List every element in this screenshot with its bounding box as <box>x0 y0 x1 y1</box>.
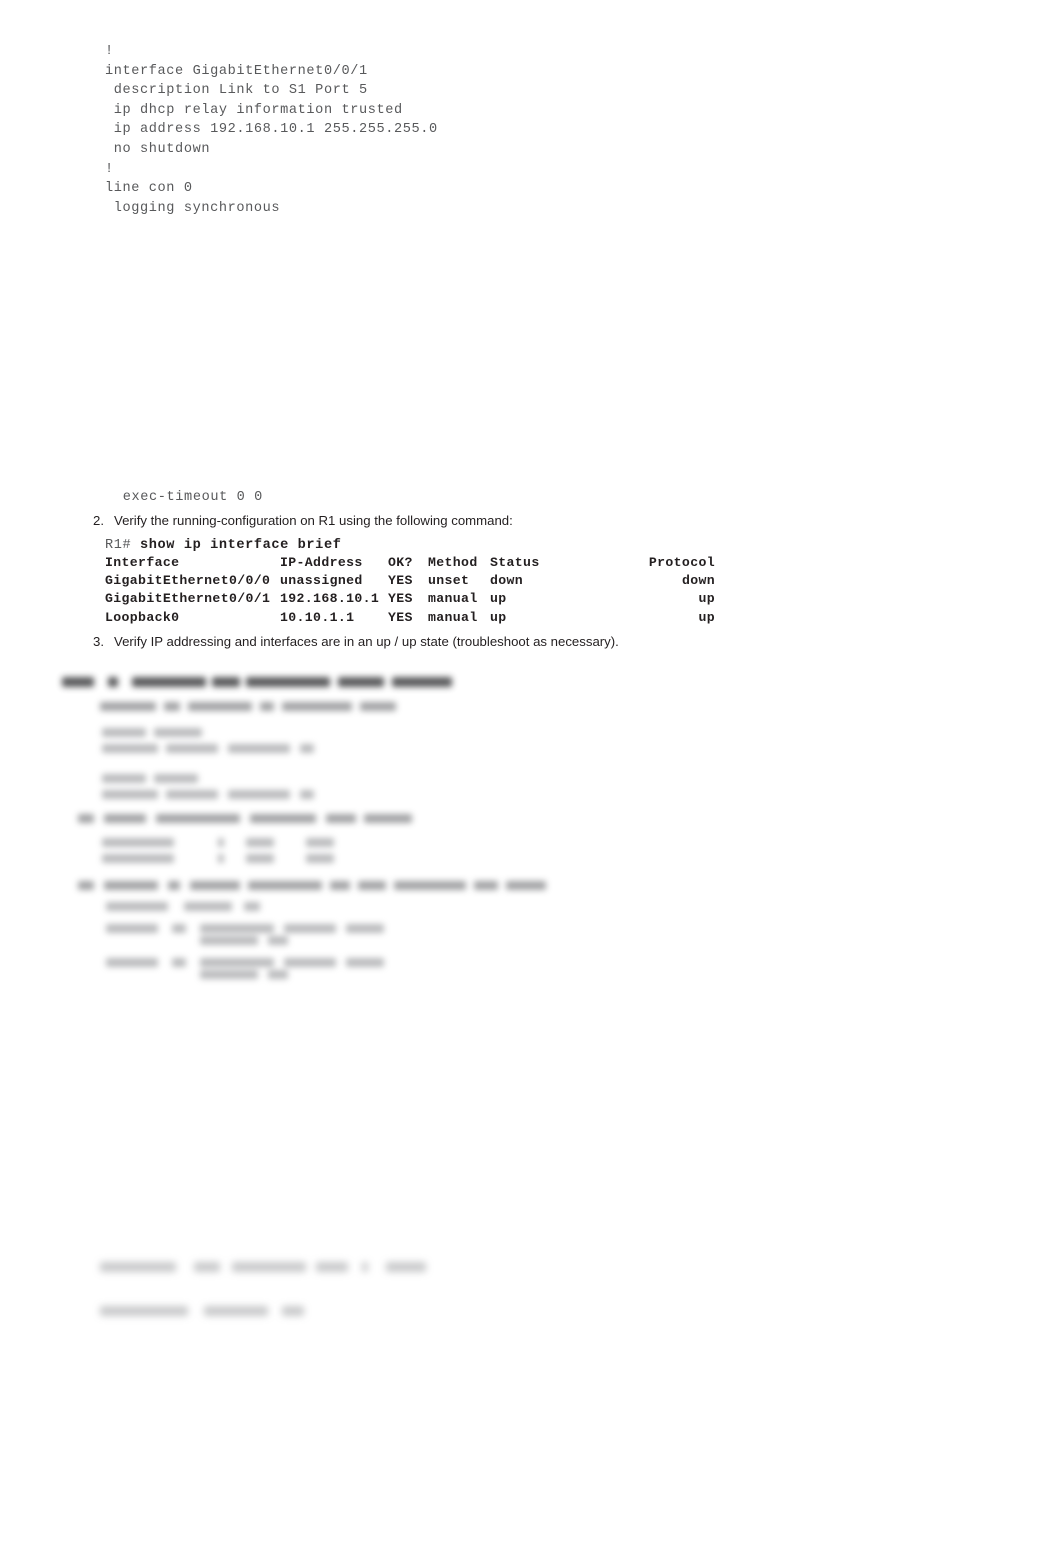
cell-ip-address: 10.10.1.1 <box>280 609 355 625</box>
redacted-table-block <box>78 812 578 872</box>
redacted-step-list-block <box>78 700 578 820</box>
cell-ok: YES <box>388 573 413 589</box>
document-page: ! interface GigabitEthernet0/0/1 descrip… <box>0 0 1062 1556</box>
config-line: ip address 192.168.10.1 255.255.255.0 <box>105 122 438 138</box>
header-ok: OK? <box>388 555 413 570</box>
cell-ok: YES <box>388 609 413 625</box>
redacted-code-output-block <box>100 900 520 992</box>
config-line: logging synchronous <box>105 200 281 216</box>
step-item-2: 2. Verify the running-configuration on R… <box>82 512 513 530</box>
header-method: Method <box>428 555 478 570</box>
cell-method: manual <box>428 609 478 625</box>
header-protocol: Protocol <box>648 555 715 570</box>
cell-protocol: up <box>698 609 715 625</box>
config-line: interface GigabitEthernet0/0/1 <box>105 63 368 79</box>
cell-status: up <box>490 609 507 625</box>
cell-interface: GigabitEthernet0/0/1 <box>105 591 271 607</box>
redacted-trailing-line-1 <box>100 1260 440 1276</box>
config-line: ip dhcp relay information trusted <box>105 102 403 118</box>
config-line: ! <box>105 161 114 177</box>
cell-interface: Loopback0 <box>105 609 180 625</box>
redacted-section-heading <box>62 674 482 690</box>
command-line: R1# show ip interface brief <box>105 536 341 556</box>
cell-interface: GigabitEthernet0/0/0 <box>105 573 271 589</box>
redacted-list-item-long <box>78 879 578 895</box>
config-line: ! <box>105 44 114 59</box>
cell-ip-address: unassigned <box>280 573 363 589</box>
header-status: Status <box>490 555 540 570</box>
router-config-block: ! interface GigabitEthernet0/0/1 descrip… <box>105 42 438 218</box>
header-interface: Interface <box>105 555 180 570</box>
config-line: line con 0 <box>105 181 193 197</box>
cell-protocol: up <box>698 591 715 607</box>
cell-ip-address: 192.168.10.1 <box>280 591 380 607</box>
table-row: Loopback0 10.10.1.1 YES manual up up <box>105 609 715 627</box>
cell-status: up <box>490 591 507 607</box>
exec-timeout-line: exec-timeout 0 0 <box>114 490 263 505</box>
cell-status: down <box>490 573 524 589</box>
step-number: 3. <box>93 634 104 649</box>
table-header-row: Interface IP-Address OK? Method Status P… <box>105 554 715 572</box>
config-line: description Link to S1 Port 5 <box>105 83 368 99</box>
header-ip-address: IP-Address <box>280 555 363 570</box>
step-number: 2. <box>93 513 104 528</box>
step-text: Verify the running-configuration on R1 u… <box>114 513 513 528</box>
redacted-trailing-line-2 <box>100 1304 330 1320</box>
step-text: Verify IP addressing and interfaces are … <box>114 634 619 649</box>
cell-method: manual <box>428 591 478 607</box>
command-text: show ip interface brief <box>140 538 342 553</box>
cell-ok: YES <box>388 591 413 607</box>
step-item-3: 3. Verify IP addressing and interfaces a… <box>82 633 619 651</box>
interface-brief-table: Interface IP-Address OK? Method Status P… <box>105 554 715 627</box>
table-row: GigabitEthernet0/0/1 192.168.10.1 YES ma… <box>105 590 715 608</box>
cell-protocol: down <box>681 573 715 589</box>
config-line: no shutdown <box>105 141 211 157</box>
table-row: GigabitEthernet0/0/0 unassigned YES unse… <box>105 572 715 590</box>
command-prompt: R1# <box>105 538 141 553</box>
cell-method: unset <box>428 573 470 589</box>
